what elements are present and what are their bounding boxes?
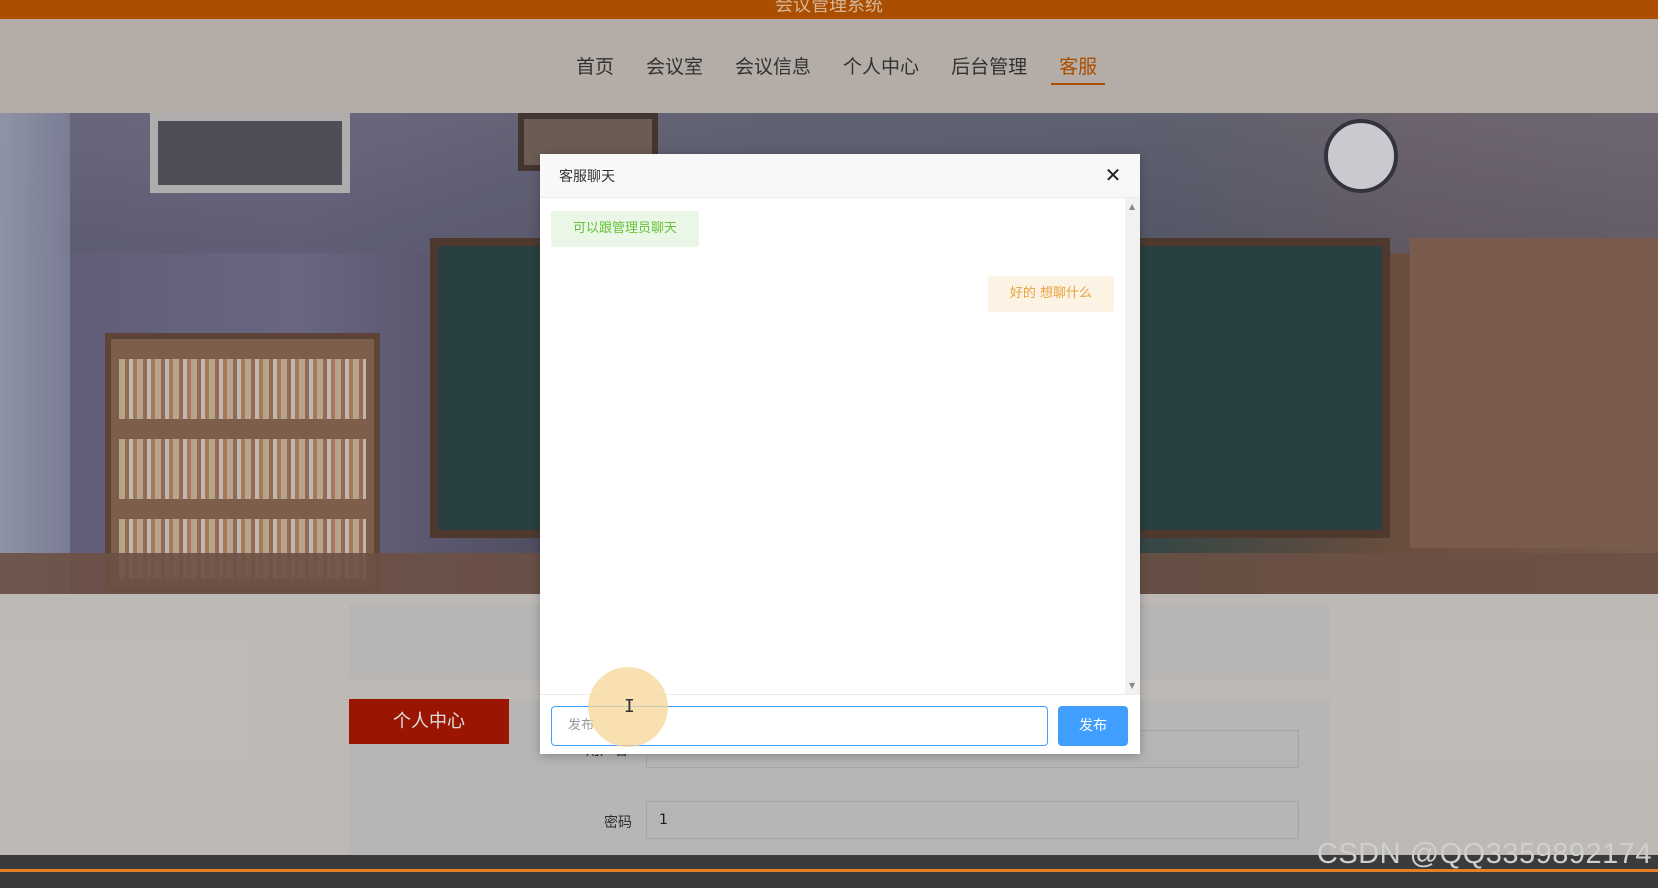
chat-message-area[interactable]: 可以跟管理员聊天 好的 想聊什么 <box>540 198 1125 694</box>
dialog-title: 客服聊天 <box>559 169 615 185</box>
chat-message-received: 可以跟管理员聊天 <box>551 211 700 247</box>
chat-scrollbar[interactable]: ▲ ▼ <box>1125 198 1140 694</box>
text-cursor-icon: I <box>624 696 635 717</box>
dialog-header: 客服聊天 ✕ <box>540 154 1140 198</box>
close-icon[interactable]: ✕ <box>1100 162 1126 188</box>
send-button[interactable]: 发布 <box>1058 706 1128 746</box>
chat-dialog: 客服聊天 ✕ 可以跟管理员聊天 好的 想聊什么 ▲ ▼ 发布 发布 <box>540 154 1140 754</box>
scroll-up-arrow-icon[interactable]: ▲ <box>1129 202 1135 211</box>
watermark-text: CSDN @QQ3359892174 <box>1316 838 1652 870</box>
chat-message-sent: 好的 想聊什么 <box>987 276 1114 312</box>
scroll-down-arrow-icon[interactable]: ▼ <box>1129 681 1135 690</box>
